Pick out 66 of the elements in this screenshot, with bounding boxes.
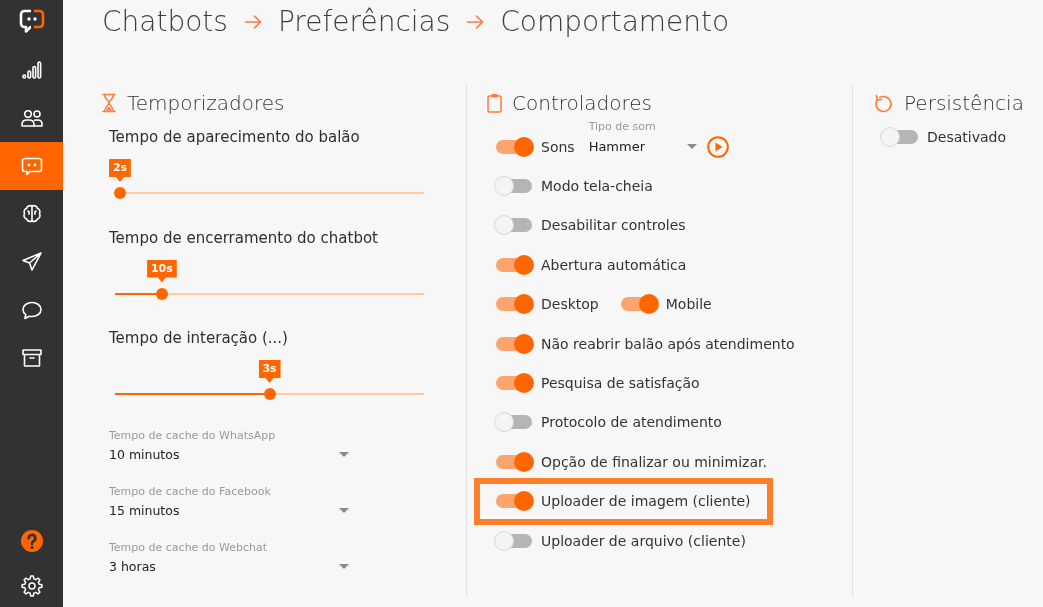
toggle-label: Pesquisa de satisfação xyxy=(541,374,700,394)
caret-down-icon xyxy=(339,508,349,513)
slider-value-tooltip: 3s xyxy=(258,360,281,383)
toggle-switch[interactable] xyxy=(494,215,534,236)
arrow-right-icon xyxy=(466,13,485,31)
page-title: Comportamento xyxy=(500,4,730,40)
toggle-label: Modo tela-cheia xyxy=(541,177,653,197)
toggle-label: Uploader de arquivo (cliente) xyxy=(541,531,746,551)
toggle-switch[interactable] xyxy=(494,491,534,512)
toggle-label: Mobile xyxy=(665,295,712,315)
breadcrumb-link[interactable]: Preferências xyxy=(277,2,451,42)
section-title: Controladores xyxy=(512,90,652,117)
logo-icon xyxy=(17,8,46,34)
toggle-label: Sons xyxy=(541,137,575,157)
play-button[interactable] xyxy=(706,135,729,158)
toggle-switch[interactable] xyxy=(494,254,534,275)
undo-icon xyxy=(873,92,894,114)
slider-thumb[interactable] xyxy=(114,187,126,199)
select-field[interactable]: 10 minutos xyxy=(109,442,349,467)
section-title: Persistência xyxy=(904,90,1024,117)
paper-plane-icon xyxy=(19,250,44,274)
field-label: Tempo de cache do Webchat xyxy=(109,540,269,555)
caret-down-icon xyxy=(686,143,697,149)
breadcrumb-link[interactable]: Chatbots xyxy=(102,2,228,42)
select-field[interactable]: 3 horas xyxy=(109,554,349,579)
slider-value-tooltip: 2s xyxy=(108,159,132,182)
toggle-label: Protocolo de atendimento xyxy=(541,413,722,433)
slider-value-tooltip: 10s xyxy=(146,259,177,283)
toggle-switch[interactable] xyxy=(494,412,534,433)
select-field[interactable]: 15 minutos xyxy=(109,498,349,523)
toggle-label: Desabilitar controles xyxy=(541,216,686,236)
select-field[interactable]: Hammer xyxy=(588,134,697,158)
section-title: Temporizadores xyxy=(127,90,285,117)
settings-icon xyxy=(20,575,43,597)
toggle-label: Desativado xyxy=(927,128,1006,147)
field-label: Tempo de cache do WhatsApp xyxy=(109,428,277,443)
toggle-switch[interactable] xyxy=(494,333,534,354)
toggle-label: Uploader de imagem (cliente) xyxy=(541,492,751,512)
toggle-switch[interactable] xyxy=(880,127,920,147)
toggle-switch[interactable] xyxy=(494,294,534,315)
archive-box-icon xyxy=(19,346,44,370)
toggle-label: Abertura automática xyxy=(541,255,687,275)
toggle-switch[interactable] xyxy=(494,373,534,394)
hourglass-icon xyxy=(101,93,117,113)
caret-down-icon xyxy=(339,452,349,457)
play-icon xyxy=(706,135,729,158)
toggle-switch[interactable] xyxy=(494,136,534,157)
caret-down-icon xyxy=(339,564,349,569)
toggle-label: Opção de finalizar ou minimizar. xyxy=(541,452,767,472)
signal-bars-icon xyxy=(19,58,44,82)
slider-label: Tempo de aparecimento do balão xyxy=(109,127,361,147)
toggle-switch[interactable] xyxy=(494,451,534,472)
arrow-right-icon xyxy=(243,13,262,31)
toggle-switch[interactable] xyxy=(494,530,534,551)
toggle-label: Não reabrir balão após atendimento xyxy=(541,334,795,354)
toggle-switch[interactable] xyxy=(494,176,534,197)
slider-label: Tempo de interação (...) xyxy=(109,328,289,348)
field-label: Tempo de cache do Facebook xyxy=(109,484,272,499)
toggle-switch[interactable] xyxy=(618,294,659,315)
field-label: Tipo de som xyxy=(588,120,657,134)
toggle-label: Desktop xyxy=(541,295,599,315)
clipboard-icon xyxy=(487,93,502,113)
slider-thumb[interactable] xyxy=(155,287,168,300)
help-icon xyxy=(20,530,43,552)
slider-thumb[interactable] xyxy=(263,388,276,400)
slider-label: Tempo de encerramento do chatbot xyxy=(109,227,379,248)
